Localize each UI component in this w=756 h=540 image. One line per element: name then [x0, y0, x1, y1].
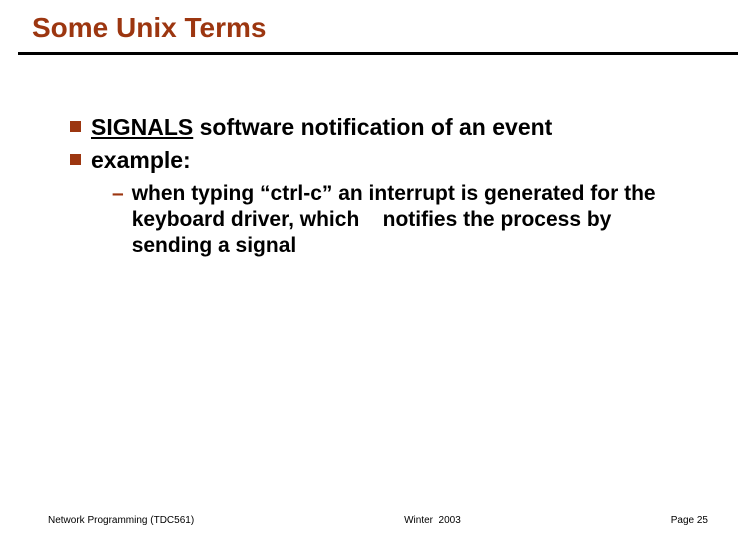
sub-bullet-text: when typing “ctrl-c” an interrupt is gen… [132, 181, 696, 260]
footer: Network Programming (TDC561) Winter 2003… [0, 515, 756, 526]
bullet-text: SIGNALS software notification of an even… [91, 113, 552, 142]
bullet-item: example: [70, 146, 696, 175]
bullet-rest: example: [91, 147, 191, 173]
footer-right: Page 25 [671, 515, 708, 526]
slide: Some Unix Terms SIGNALS software notific… [0, 0, 756, 540]
footer-center: Winter 2003 [404, 515, 461, 526]
bullet-rest: software notification of an event [193, 114, 552, 140]
bullet-term: SIGNALS [91, 114, 193, 140]
square-bullet-icon [70, 154, 81, 165]
bullet-item: SIGNALS software notification of an even… [70, 113, 696, 142]
slide-title: Some Unix Terms [0, 0, 756, 44]
sub-bullet-item: – when typing “ctrl-c” an interrupt is g… [70, 181, 696, 260]
dash-bullet-icon: – [112, 181, 124, 207]
square-bullet-icon [70, 121, 81, 132]
content-area: SIGNALS software notification of an even… [0, 55, 756, 259]
bullet-text: example: [91, 146, 191, 175]
footer-left: Network Programming (TDC561) [48, 515, 194, 526]
